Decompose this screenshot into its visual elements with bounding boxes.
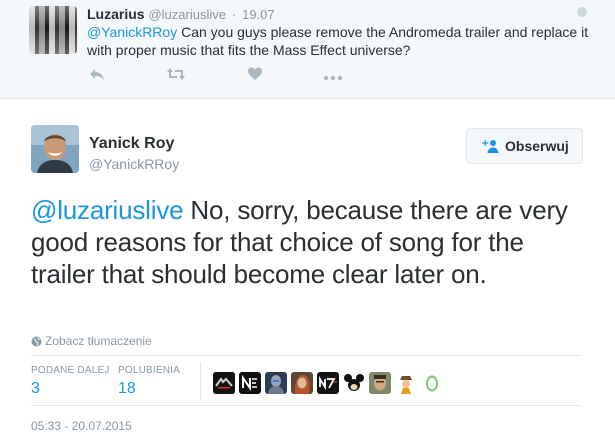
follow-button[interactable]: Obserwuj <box>466 128 583 164</box>
liker-avatar-mickey[interactable] <box>343 372 365 394</box>
parent-tweet[interactable]: Luzarius @luzariuslive · 19.07 @YanickRR… <box>0 0 615 99</box>
retweet-icon[interactable] <box>166 66 186 87</box>
parent-tweet-text: @YanickRRoy Can you guys please remove t… <box>87 23 607 59</box>
author-name[interactable]: Luzarius <box>87 6 145 22</box>
liker-avatar-dark-logo[interactable] <box>213 372 235 394</box>
divider <box>200 362 201 400</box>
divider <box>31 355 582 356</box>
liker-avatar-egg[interactable] <box>421 372 443 394</box>
parent-tweet-header: Luzarius @luzariuslive · 19.07 <box>87 6 275 22</box>
mention-link[interactable]: @YanickRRoy <box>87 24 177 40</box>
liker-avatar-face[interactable] <box>369 372 391 394</box>
author-handle[interactable]: @YanickRRoy <box>89 156 179 172</box>
like-icon[interactable] <box>247 66 263 87</box>
tweet-actions <box>87 66 387 88</box>
avatar[interactable] <box>31 125 79 173</box>
more-icon[interactable] <box>323 69 343 87</box>
mention-link[interactable]: @luzariuslive <box>31 195 184 225</box>
likes-label: POLUBIENIA <box>118 365 181 376</box>
liker-avatar-redhead[interactable] <box>291 372 313 394</box>
avatar[interactable] <box>29 6 77 54</box>
likes-count[interactable]: 18 <box>118 380 136 398</box>
translate-label: Zobacz tłumaczenie <box>45 334 152 348</box>
retweets-label: PODANE DALEJ <box>31 365 110 376</box>
liker-avatar-cartoon[interactable] <box>395 372 417 394</box>
liker-avatar-armor[interactable] <box>265 372 287 394</box>
author-name[interactable]: Yanick Roy <box>89 135 174 153</box>
divider <box>31 405 582 406</box>
tweet-text: @luzariuslive No, sorry, because there a… <box>31 194 591 290</box>
author-handle[interactable]: @luzariuslive <box>148 7 226 22</box>
add-user-icon <box>481 139 499 156</box>
liker-avatar-n-logo[interactable] <box>239 372 261 394</box>
globe-icon <box>31 336 42 350</box>
retweets-count[interactable]: 3 <box>31 380 40 398</box>
separator-dot: · <box>231 7 237 22</box>
tweet-time[interactable]: 19.07 <box>242 7 275 22</box>
liker-avatar-n7[interactable] <box>317 372 339 394</box>
reply-icon[interactable] <box>89 66 105 87</box>
tweet-timestamp[interactable]: 05:33 - 20.07.2015 <box>31 419 132 433</box>
follow-label: Obserwuj <box>505 138 569 154</box>
translate-link[interactable]: Zobacz tłumaczenie <box>31 334 152 350</box>
dismiss-icon[interactable] <box>577 7 587 17</box>
